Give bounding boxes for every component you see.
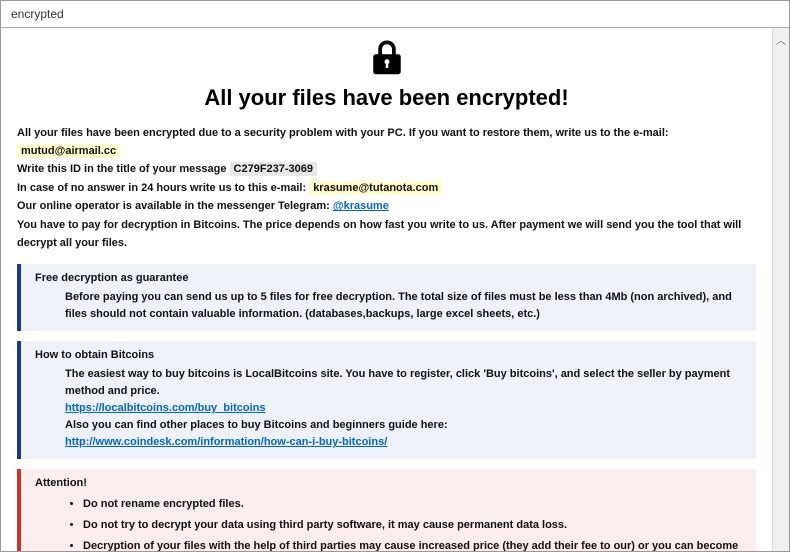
attention-list: Do not rename encrypted files. Do not tr… <box>35 494 746 551</box>
localbitcoins-link[interactable]: https://localbitcoins.com/buy_bitcoins <box>65 402 265 414</box>
intro-line4: Our online operator is available in the … <box>17 200 333 212</box>
attention-item: Do not rename encrypted files. <box>83 494 746 515</box>
attention-title: Attention! <box>35 477 746 489</box>
bitcoins-line1: The easiest way to buy bitcoins is Local… <box>65 366 746 400</box>
lock-icon <box>17 40 756 79</box>
coindesk-link[interactable]: http://www.coindesk.com/information/how-… <box>65 436 387 448</box>
ransom-window: encrypted All your files have been encry… <box>0 0 790 552</box>
window-title: encrypted <box>1 1 789 28</box>
page-title: All your files have been encrypted! <box>17 85 756 111</box>
vertical-scrollbar[interactable]: ︿ <box>772 28 789 551</box>
attention-item: Do not try to decrypt your data using th… <box>83 515 746 536</box>
free-decryption-body: Before paying you can send us up to 5 fi… <box>35 289 746 323</box>
intro-text: All your files have been encrypted due t… <box>17 125 756 252</box>
bitcoins-line2: Also you can find other places to buy Bi… <box>65 417 746 434</box>
email-primary: mutud@airmail.cc <box>17 144 120 158</box>
free-decryption-title: Free decryption as guarantee <box>35 272 746 284</box>
bitcoins-title: How to obtain Bitcoins <box>35 349 746 361</box>
email-secondary: krasume@tutanota.com <box>309 181 442 195</box>
attention-item: Decryption of your files with the help o… <box>83 536 746 551</box>
intro-line2: Write this ID in the title of your messa… <box>17 163 230 175</box>
victim-id: C279F237-3069 <box>230 162 318 176</box>
telegram-handle[interactable]: @krasume <box>333 200 389 212</box>
content-wrapper: All your files have been encrypted! All … <box>1 28 789 551</box>
attention-section: Attention! Do not rename encrypted files… <box>17 469 756 551</box>
intro-line5: You have to pay for decryption in Bitcoi… <box>17 217 756 252</box>
free-decryption-section: Free decryption as guarantee Before payi… <box>17 264 756 331</box>
intro-line3: In case of no answer in 24 hours write u… <box>17 182 309 194</box>
intro-line1: All your files have been encrypted due t… <box>17 127 669 139</box>
bitcoins-section: How to obtain Bitcoins The easiest way t… <box>17 341 756 459</box>
scrollbar-up-arrow[interactable]: ︿ <box>776 32 786 47</box>
content-area: All your files have been encrypted! All … <box>1 28 772 551</box>
